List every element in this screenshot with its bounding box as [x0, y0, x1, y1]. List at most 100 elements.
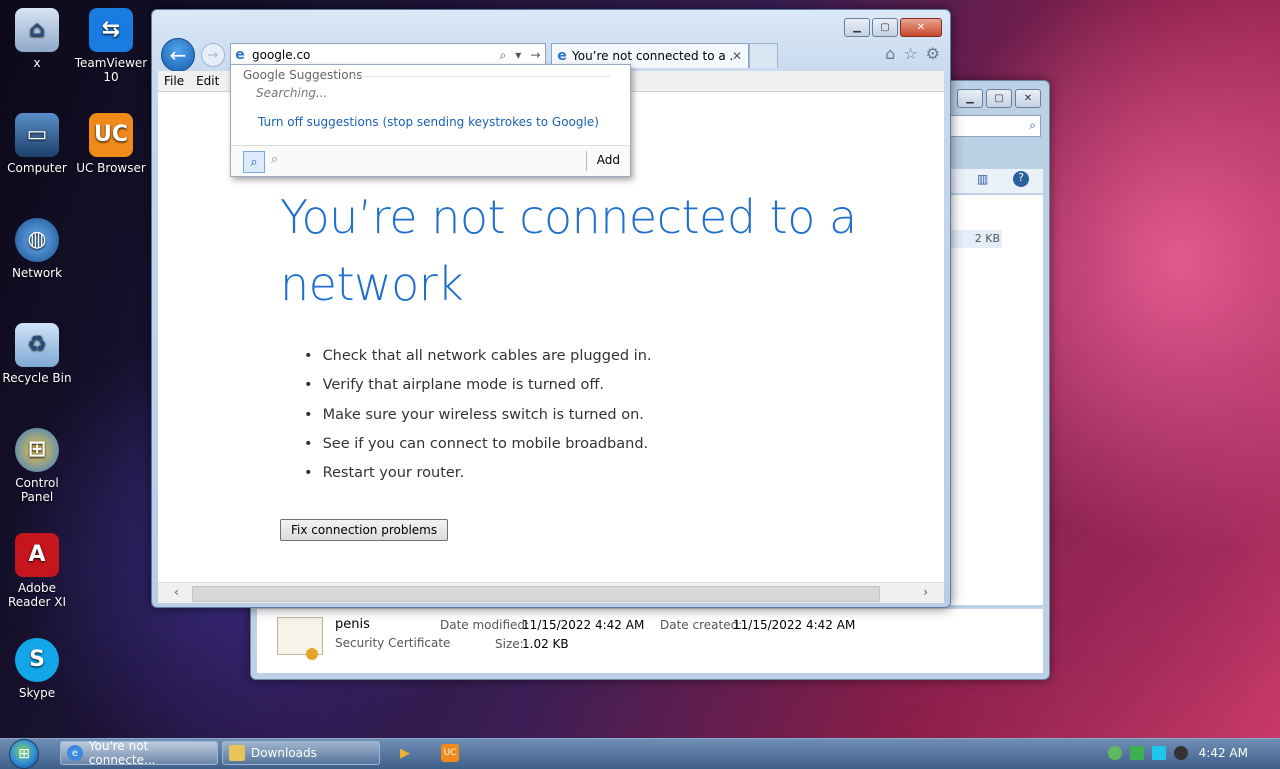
- search-icon[interactable]: ⌕: [271, 152, 278, 167]
- go-arrow-icon[interactable]: →: [530, 48, 540, 63]
- size-value: 1.02 KB: [522, 637, 569, 651]
- date-created-value: 11/15/2022 4:42 AM: [733, 618, 856, 632]
- desktop-icon-label: Recycle Bin: [2, 371, 72, 385]
- favorites-star-icon[interactable]: ☆: [903, 44, 917, 63]
- back-arrow-icon: ←: [169, 43, 187, 67]
- page-title: You’re not connected to a network: [280, 190, 857, 311]
- divider: [586, 151, 587, 171]
- fix-connection-button[interactable]: Fix connection problems: [280, 519, 449, 541]
- minimize-button[interactable]: ▁: [957, 89, 983, 108]
- desktop-icon-label: x: [33, 56, 41, 70]
- desktop-icon-network[interactable]: ◍ Network: [0, 218, 74, 280]
- maximize-button[interactable]: ▢: [986, 89, 1012, 108]
- computer-icon: ▭: [15, 113, 59, 157]
- user-folder-icon: ⌂: [15, 8, 59, 52]
- certificate-icon: [277, 617, 323, 660]
- date-modified-label: Date modified:: [440, 618, 530, 632]
- desktop-icon-adobe-reader[interactable]: A Adobe Reader XI: [0, 533, 74, 609]
- minimize-button[interactable]: ▁: [844, 18, 870, 37]
- suggestions-status: Searching...: [256, 86, 328, 100]
- forward-button[interactable]: →: [201, 43, 225, 67]
- file-size-cell: 2 KB: [945, 230, 1002, 248]
- desktop-icon-control-panel[interactable]: ⊞ Control Panel: [0, 428, 74, 504]
- taskbar-item-label: You're not connecte...: [88, 739, 156, 767]
- desktop-icon-computer[interactable]: ▭ Computer: [0, 113, 74, 175]
- ie-logo-icon: e: [235, 47, 245, 63]
- taskbar-item-label: Downloads: [251, 746, 317, 760]
- troubleshooting-list: Check that all network cables are plugge…: [304, 342, 652, 488]
- list-item: Verify that airplane mode is turned off.: [304, 371, 652, 400]
- desktop-icon-skype[interactable]: S Skype: [0, 638, 74, 700]
- display-icon[interactable]: [1152, 746, 1166, 760]
- horizontal-scrollbar[interactable]: ‹ ›: [158, 582, 944, 603]
- explorer-view-toolbar: ▾ ▥ ?: [945, 169, 1043, 193]
- preview-pane-icon[interactable]: ▥: [977, 172, 988, 186]
- control-panel-icon: ⊞: [15, 428, 59, 472]
- help-icon[interactable]: ?: [1013, 171, 1029, 187]
- explorer-caption-buttons: ▁ ▢ ✕: [957, 89, 1041, 108]
- start-button[interactable]: ⊞: [4, 739, 44, 769]
- explorer-search-input[interactable]: ⌕: [947, 115, 1041, 137]
- desktop-icon-label: Control Panel: [15, 476, 59, 504]
- recycle-bin-icon: ♻: [15, 323, 59, 367]
- windows-logo-icon: ⊞: [9, 739, 39, 769]
- system-tray: [1108, 746, 1188, 760]
- divider: [351, 76, 610, 77]
- taskbar: ⊞ e You're not connecte... Downloads ▶ U…: [0, 738, 1280, 769]
- taskbar-item-downloads[interactable]: Downloads: [222, 741, 380, 765]
- close-button[interactable]: ✕: [1015, 89, 1041, 108]
- clock[interactable]: 4:42 AM: [1199, 746, 1248, 760]
- tab-title: You’re not connected to a ...: [572, 49, 732, 63]
- list-item: Restart your router.: [304, 459, 652, 488]
- adobe-reader-icon: A: [15, 533, 59, 577]
- list-item: See if you can connect to mobile broadba…: [304, 430, 652, 459]
- search-icon[interactable]: ⌕: [500, 48, 507, 63]
- search-provider-bar: ⌕ ⌕ Add: [231, 145, 630, 176]
- details-pane: penis Security Certificate Date modified…: [257, 608, 1043, 673]
- network-status-icon[interactable]: [1108, 746, 1122, 760]
- skype-icon: S: [15, 638, 59, 682]
- desktop-icon-label: Skype: [18, 686, 56, 700]
- new-tab-button[interactable]: [749, 43, 778, 68]
- media-player-icon[interactable]: ▶: [396, 744, 414, 762]
- explorer-file-list[interactable]: e 2 KB: [945, 195, 1043, 605]
- gear-icon[interactable]: ⚙: [926, 44, 940, 63]
- back-button[interactable]: ←: [161, 38, 195, 72]
- date-modified-value: 11/15/2022 4:42 AM: [522, 618, 645, 632]
- chevron-down-icon[interactable]: ▾: [515, 48, 521, 63]
- maximize-button[interactable]: ▢: [872, 18, 898, 37]
- menu-edit[interactable]: Edit: [190, 71, 225, 91]
- network-icon: ◍: [15, 218, 59, 262]
- desktop-icon-label: UC Browser: [76, 161, 146, 175]
- desktop-icon-x[interactable]: ⌂ x: [0, 8, 74, 70]
- desktop-icon-label: Adobe Reader XI: [7, 581, 67, 609]
- scroll-right-icon[interactable]: ›: [923, 585, 928, 599]
- file-name: penis: [335, 617, 370, 632]
- taskbar-item-ie[interactable]: e You're not connecte...: [60, 739, 218, 767]
- desktop-icon-uc-browser[interactable]: UC UC Browser: [74, 113, 148, 175]
- uc-browser-icon[interactable]: UC: [441, 744, 459, 762]
- desktop-icon-label: Computer: [7, 161, 67, 175]
- menu-file[interactable]: File: [158, 71, 190, 91]
- battery-icon[interactable]: [1130, 746, 1144, 760]
- close-tab-icon[interactable]: ✕: [732, 49, 748, 63]
- home-icon[interactable]: ⌂: [885, 44, 895, 63]
- desktop-icon-label: TeamViewer 10: [74, 56, 148, 84]
- search-icon: ⌕: [1029, 118, 1036, 132]
- close-button[interactable]: ✕: [900, 18, 942, 37]
- volume-icon[interactable]: [1174, 746, 1188, 760]
- desktop-icon-recycle-bin[interactable]: ♻ Recycle Bin: [0, 323, 74, 385]
- turn-off-suggestions-link[interactable]: Turn off suggestions (stop sending keyst…: [258, 115, 599, 129]
- date-created-label: Date created:: [660, 618, 743, 632]
- address-input[interactable]: google.co: [249, 48, 495, 62]
- desktop-icon-label: Network: [11, 266, 63, 280]
- add-provider-button[interactable]: Add: [597, 153, 620, 167]
- browser-toolbar-icons: ⌂ ☆ ⚙: [885, 44, 940, 63]
- list-item: Make sure your wireless switch is turned…: [304, 401, 652, 430]
- desktop-icon-teamviewer[interactable]: ⇆ TeamViewer 10: [74, 8, 148, 84]
- ie-logo-icon: e: [557, 48, 567, 64]
- search-provider-icon[interactable]: ⌕: [243, 151, 265, 173]
- ie-logo-icon: e: [67, 745, 83, 761]
- scroll-thumb[interactable]: [192, 586, 880, 602]
- scroll-left-icon[interactable]: ‹: [174, 585, 179, 599]
